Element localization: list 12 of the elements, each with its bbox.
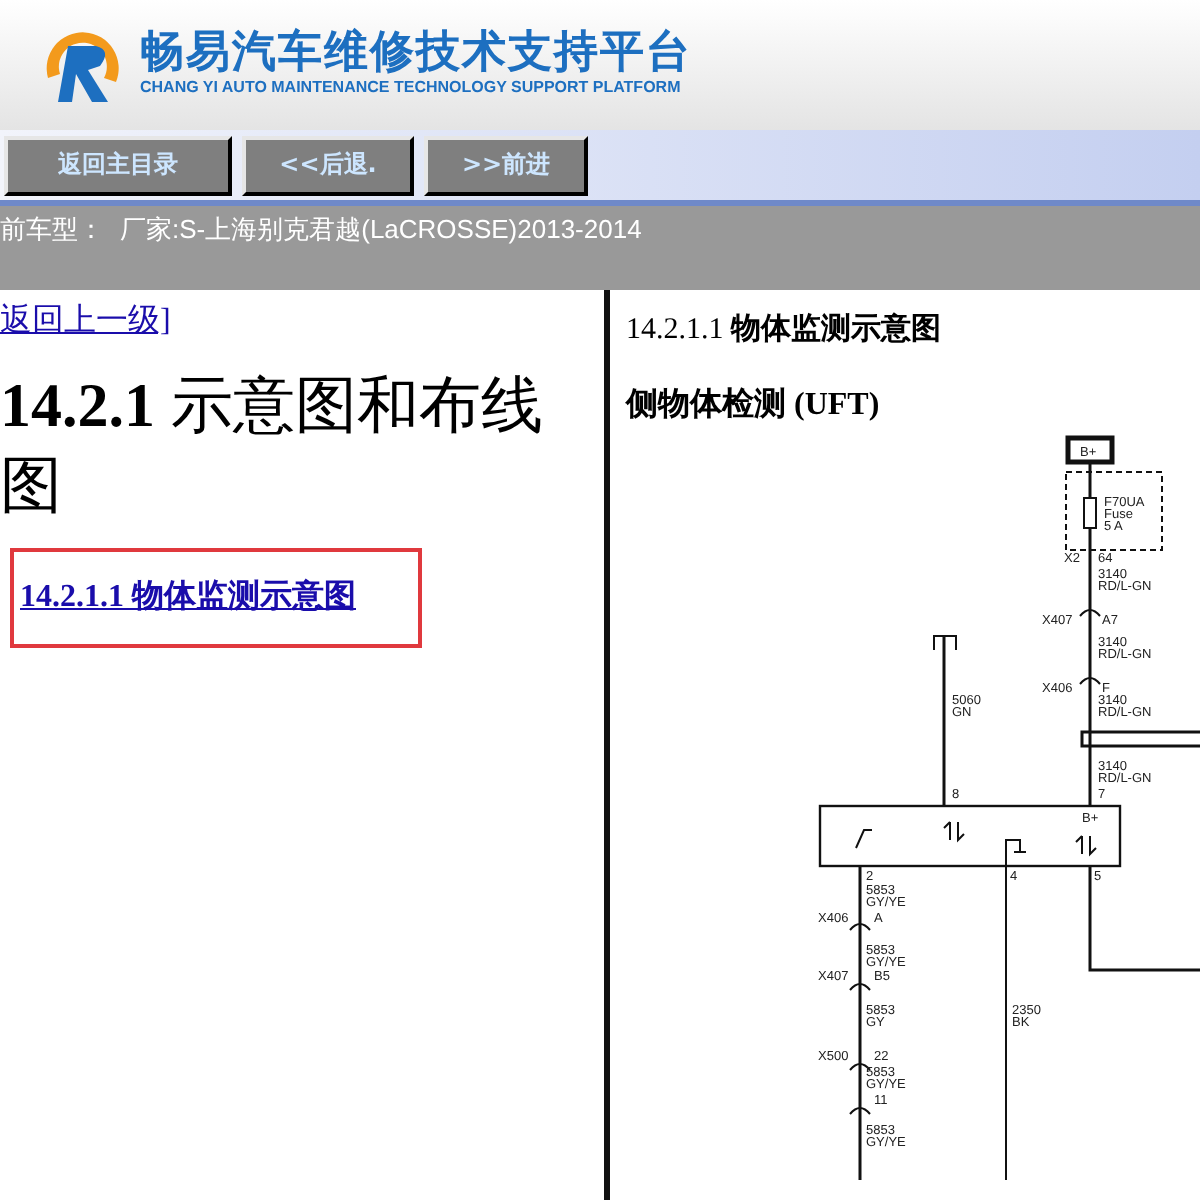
site-title: 畅易汽车维修技术支持平台	[140, 30, 692, 79]
nav-button[interactable]: 返回主目录	[4, 135, 232, 195]
model-value: 厂家:S-上海别克君越(LaCROSSE)2013-2014	[120, 212, 642, 248]
section-title: 14.2.1.1 物体监测示意图	[626, 310, 943, 348]
diagram-title: 侧物体检测 (UFT)	[626, 385, 882, 426]
nav-button[interactable]: <<后退.	[242, 135, 414, 195]
toc-link[interactable]: 14.2.1.1 物体监测示意图	[20, 576, 356, 619]
nav-button[interactable]: >>前进	[424, 135, 588, 195]
page-heading: 14.2.1 示意图和布线图	[0, 368, 545, 525]
site-subtitle: CHANG YI AUTO MAINTENANCE TECHNOLOGY SUPPORT PLATFORM	[140, 78, 683, 100]
back-link[interactable]: 返回上一级]	[0, 304, 171, 338]
model-label: 前车型：	[0, 212, 104, 248]
